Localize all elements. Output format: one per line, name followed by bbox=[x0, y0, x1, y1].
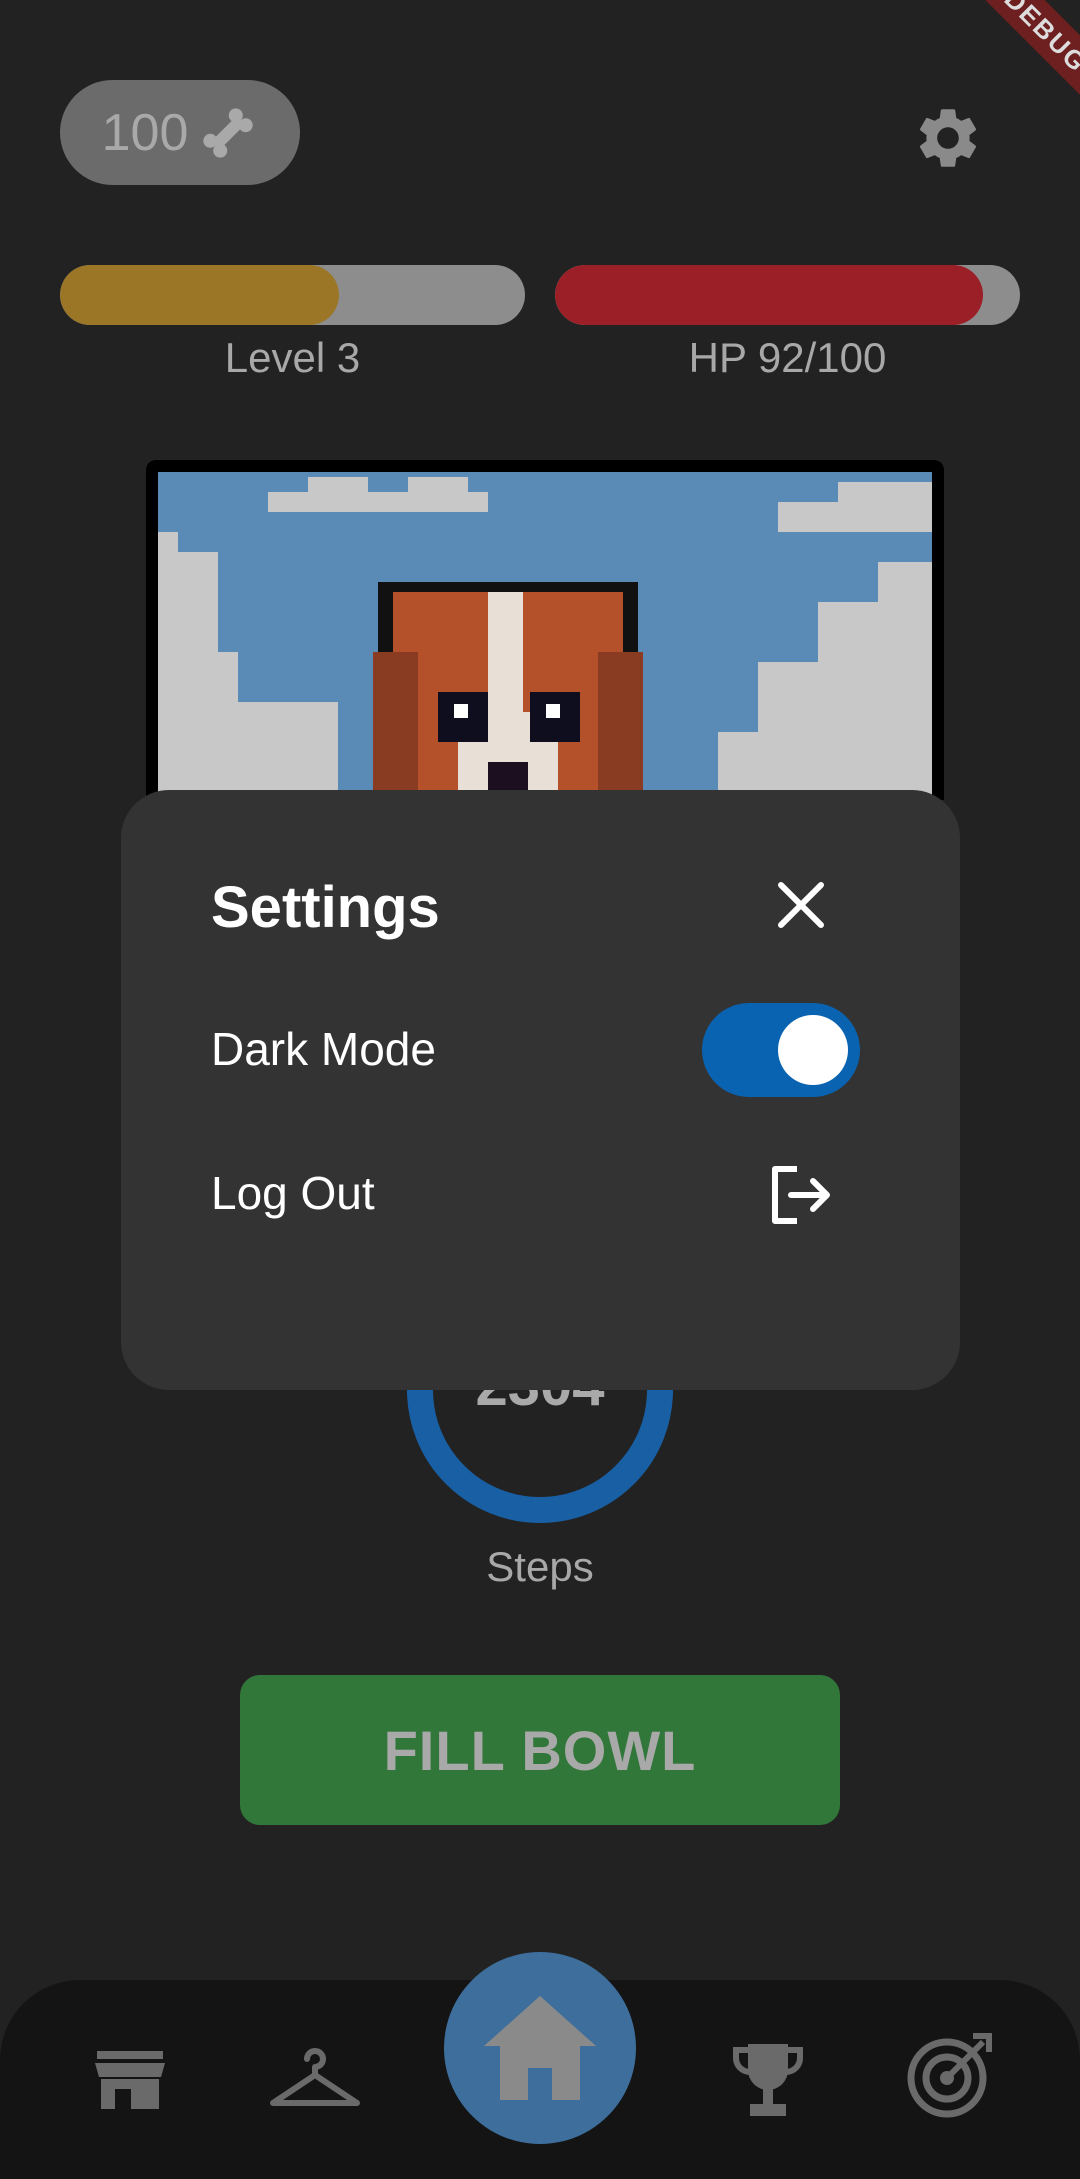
bone-currency-badge: 100 bbox=[60, 80, 300, 185]
target-icon[interactable] bbox=[905, 2030, 995, 2120]
home-icon bbox=[484, 1996, 596, 2100]
level-progress-bar bbox=[60, 265, 525, 325]
bone-count: 100 bbox=[101, 103, 189, 162]
shop-icon[interactable] bbox=[90, 2040, 170, 2120]
level-label: Level 3 bbox=[224, 334, 361, 381]
dark-mode-toggle[interactable] bbox=[702, 1003, 860, 1097]
home-button[interactable] bbox=[444, 1952, 636, 2144]
settings-title: Settings bbox=[211, 875, 440, 940]
bone-icon bbox=[203, 107, 254, 158]
logout-label: Log Out bbox=[211, 1167, 375, 1219]
close-icon[interactable] bbox=[766, 870, 836, 940]
fill-bowl-button[interactable]: FILL BOWL bbox=[240, 1675, 840, 1825]
pet-display[interactable] bbox=[146, 460, 944, 800]
trophy-icon[interactable] bbox=[728, 2035, 808, 2125]
debug-banner: DEBUG bbox=[956, 0, 1080, 130]
pet-image bbox=[158, 472, 932, 800]
steps-label: Steps bbox=[486, 1543, 594, 1590]
settings-dialog: Settings Dark Mode Log Out bbox=[121, 790, 960, 1390]
level-progress-fill bbox=[60, 265, 339, 325]
hp-fill bbox=[555, 265, 983, 325]
toggle-knob bbox=[778, 1015, 848, 1085]
logout-icon[interactable] bbox=[766, 1160, 836, 1230]
dark-mode-label: Dark Mode bbox=[211, 1023, 436, 1075]
hp-label: HP 92/100 bbox=[688, 334, 887, 381]
debug-banner-label: DEBUG bbox=[956, 0, 1080, 124]
hanger-icon[interactable] bbox=[265, 2040, 365, 2120]
hp-bar bbox=[555, 265, 1020, 325]
